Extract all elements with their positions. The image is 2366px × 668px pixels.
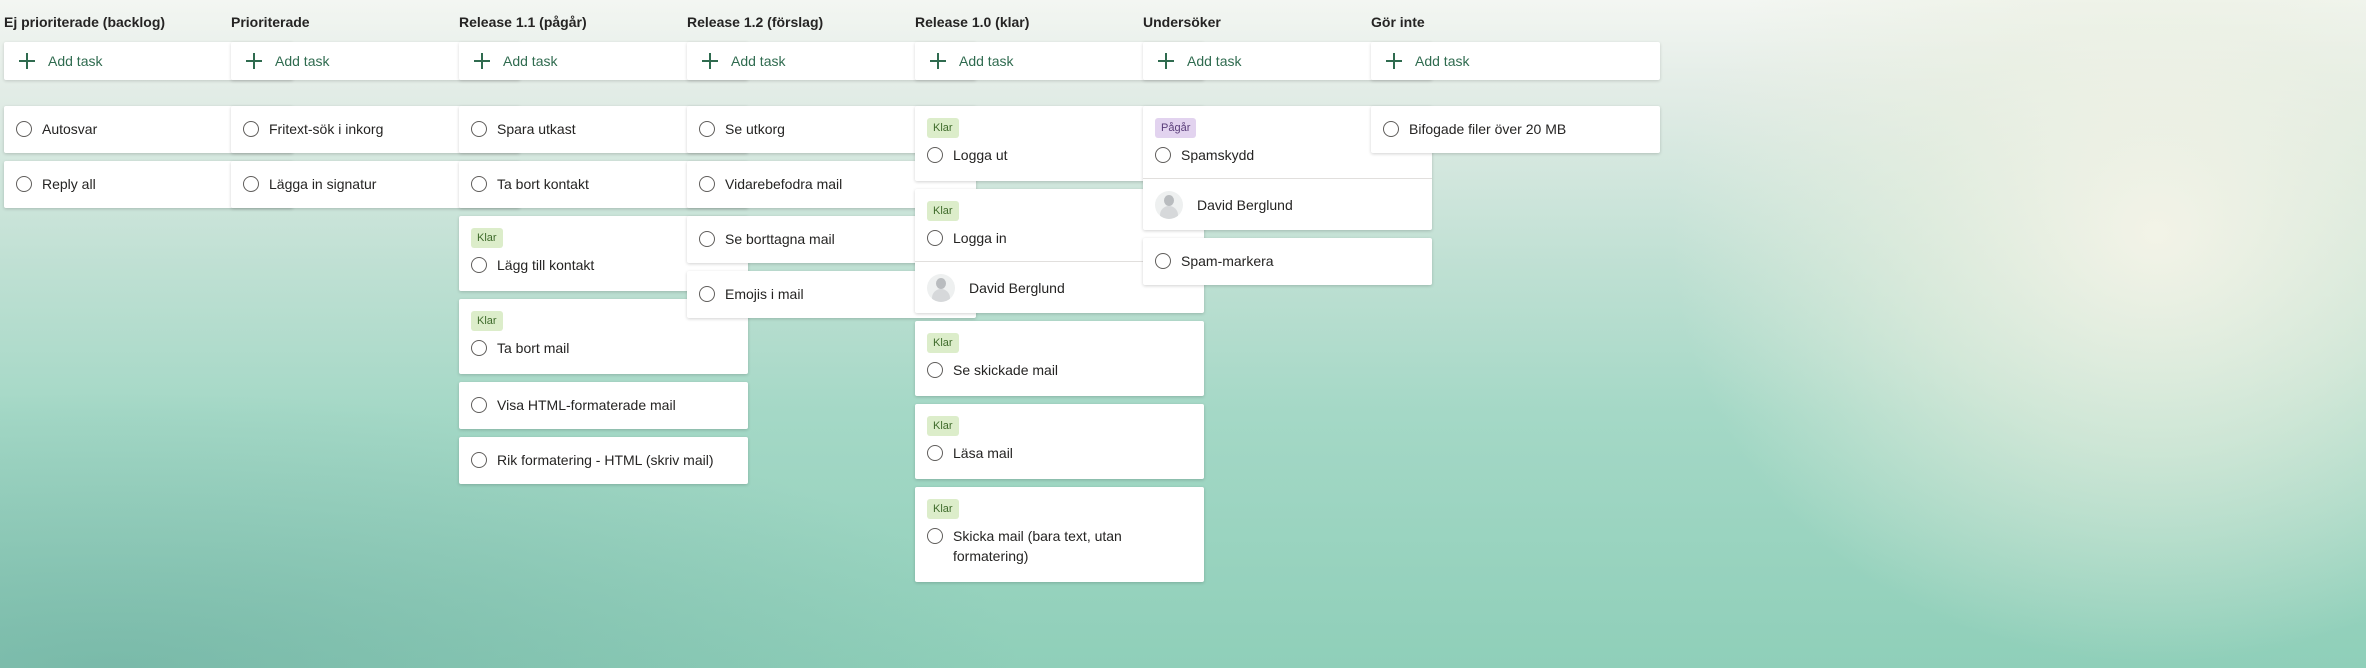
avatar-icon xyxy=(927,273,955,302)
complete-task-checkbox[interactable] xyxy=(471,397,487,413)
complete-task-checkbox[interactable] xyxy=(927,362,943,378)
task-title: Visa HTML-formaterade mail xyxy=(497,397,676,413)
background-glow xyxy=(1666,0,2366,668)
complete-task-checkbox[interactable] xyxy=(699,176,715,192)
plus-icon xyxy=(1386,53,1402,69)
complete-task-checkbox[interactable] xyxy=(471,176,487,192)
task-card[interactable]: Klar Se skickade mail xyxy=(915,321,1204,396)
task-title: Ta bort mail xyxy=(497,340,570,356)
task-title: Se borttagna mail xyxy=(725,231,835,247)
task-card[interactable]: Klar Läsa mail xyxy=(915,404,1204,479)
add-task-button[interactable]: Add task xyxy=(1371,42,1660,80)
task-title: Se skickade mail xyxy=(953,362,1059,378)
add-task-label: Add task xyxy=(731,53,786,69)
task-title: Spara utkast xyxy=(497,121,576,137)
plus-icon xyxy=(474,53,490,69)
bucket-title[interactable]: Release 1.1 (pågår) xyxy=(459,14,587,30)
complete-task-checkbox[interactable] xyxy=(16,121,32,137)
task-card[interactable]: Rik formatering - HTML (skriv mail) xyxy=(459,437,748,484)
task-label-badge: Klar xyxy=(927,333,959,353)
plus-icon xyxy=(19,53,35,69)
add-task-label: Add task xyxy=(959,53,1014,69)
task-label-badge: Klar xyxy=(471,228,503,248)
task-label-badge: Klar xyxy=(927,201,959,221)
task-title: Se utkorg xyxy=(725,121,785,137)
complete-task-checkbox[interactable] xyxy=(699,121,715,137)
task-title: Läsa mail xyxy=(953,445,1013,461)
task-title: Rik formatering - HTML (skriv mail) xyxy=(497,452,714,468)
task-title: Logga ut xyxy=(953,147,1008,163)
complete-task-checkbox[interactable] xyxy=(1155,147,1171,163)
add-task-label: Add task xyxy=(48,53,103,69)
bucket-title[interactable]: Ej prioriterade (backlog) xyxy=(4,14,165,30)
complete-task-checkbox[interactable] xyxy=(471,452,487,468)
complete-task-checkbox[interactable] xyxy=(927,147,943,163)
task-card[interactable]: Klar Skicka mail (bara text, utan formate… xyxy=(915,487,1204,582)
task-card[interactable]: Bifogade filer över 20 MB xyxy=(1371,106,1660,153)
task-title: Lägga in signatur xyxy=(269,176,377,192)
task-title: Bifogade filer över 20 MB xyxy=(1409,121,1567,137)
complete-task-checkbox[interactable] xyxy=(243,121,259,137)
plus-icon xyxy=(702,53,718,69)
task-title: Vidarebefodra mail xyxy=(725,176,843,192)
bucket-title[interactable]: Release 1.0 (klar) xyxy=(915,14,1029,30)
complete-task-checkbox[interactable] xyxy=(927,230,943,246)
assignee-name: David Berglund xyxy=(969,279,1065,296)
complete-task-checkbox[interactable] xyxy=(243,176,259,192)
task-label-badge: Klar xyxy=(927,499,959,519)
task-list: Bifogade filer över 20 MB xyxy=(1371,106,1662,161)
avatar-icon xyxy=(1155,190,1183,219)
bucket-title[interactable]: Release 1.2 (förslag) xyxy=(687,14,823,30)
plus-icon xyxy=(930,53,946,69)
task-assignee[interactable]: David Berglund xyxy=(1143,178,1432,230)
task-title: Spam-markera xyxy=(1181,253,1274,269)
add-task-label: Add task xyxy=(503,53,558,69)
add-task-label: Add task xyxy=(1415,53,1470,69)
complete-task-checkbox[interactable] xyxy=(927,445,943,461)
task-title: Autosvar xyxy=(42,121,98,137)
task-label-badge: Klar xyxy=(927,416,959,436)
task-title: Lägg till kontakt xyxy=(497,257,595,273)
complete-task-checkbox[interactable] xyxy=(471,340,487,356)
task-title: Spamskydd xyxy=(1181,147,1255,163)
task-title: Reply all xyxy=(42,176,96,192)
complete-task-checkbox[interactable] xyxy=(927,528,943,544)
task-label-badge: Klar xyxy=(927,118,959,138)
complete-task-checkbox[interactable] xyxy=(699,231,715,247)
task-title: Ta bort kontakt xyxy=(497,176,589,192)
task-card[interactable]: Spam-markera xyxy=(1143,238,1432,285)
task-title: Skicka mail (bara text, utan formatering… xyxy=(953,528,1122,564)
plus-icon xyxy=(1158,53,1174,69)
task-title: Emojis i mail xyxy=(725,286,804,302)
add-task-label: Add task xyxy=(275,53,330,69)
task-card[interactable]: Visa HTML-formaterade mail xyxy=(459,382,748,429)
complete-task-checkbox[interactable] xyxy=(1155,253,1171,269)
complete-task-checkbox[interactable] xyxy=(16,176,32,192)
bucket-title[interactable]: Undersöker xyxy=(1143,14,1221,30)
add-task-label: Add task xyxy=(1187,53,1242,69)
task-label-badge: Klar xyxy=(471,311,503,331)
complete-task-checkbox[interactable] xyxy=(1383,121,1399,137)
complete-task-checkbox[interactable] xyxy=(699,286,715,302)
complete-task-checkbox[interactable] xyxy=(471,257,487,273)
complete-task-checkbox[interactable] xyxy=(471,121,487,137)
bucket-title[interactable]: Prioriterade xyxy=(231,14,310,30)
bucket-title[interactable]: Gör inte xyxy=(1371,14,1425,30)
task-label-badge: Pågår xyxy=(1155,118,1197,138)
task-title: Fritext-sök i inkorg xyxy=(269,121,384,137)
plus-icon xyxy=(246,53,262,69)
assignee-name: David Berglund xyxy=(1197,196,1293,213)
task-title: Logga in xyxy=(953,230,1007,246)
